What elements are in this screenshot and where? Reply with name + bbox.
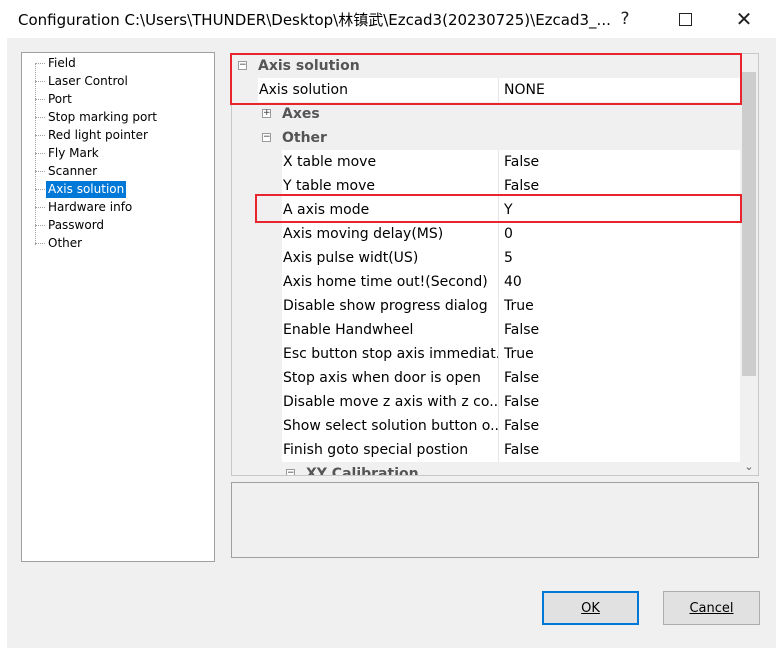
property-value[interactable]: NONE [498,78,742,102]
category-label: Axes [282,106,320,122]
title-bar: Configuration C:\Users\THUNDER\Desktop\林… [0,0,783,38]
category-axes[interactable]: + Axes [232,102,742,126]
scrollbar-thumb[interactable] [742,72,756,376]
tree-item-axis-solution[interactable]: Axis solution [46,181,127,198]
property-row-finish-goto-special[interactable]: Finish goto special postion False [232,438,742,462]
category-label: Other [282,130,327,146]
property-row-axis-solution[interactable]: Axis solution NONE [232,78,742,102]
tree-item-laser-control[interactable]: Laser Control [46,73,130,90]
help-icon: ? [620,9,630,29]
property-name: Show select solution button o... [282,414,498,438]
property-name: Axis home time out!(Second) [282,270,498,294]
property-row-enable-handwheel[interactable]: Enable Handwheel False [232,318,742,342]
close-button[interactable]: ✕ [722,0,766,38]
property-row-disable-move-z-axis[interactable]: Disable move z axis with z co... False [232,390,742,414]
category-label: XY Calibration [306,466,419,476]
tree-item-port[interactable]: Port [46,91,74,108]
tree-item-field[interactable]: Field [46,55,78,72]
close-icon: ✕ [735,7,753,31]
property-row-y-table-move[interactable]: Y table move False [232,174,742,198]
property-grid[interactable]: − Axis solution Axis solution NONE + Axe… [231,53,759,476]
collapse-icon[interactable]: − [286,469,295,475]
tree-item-other[interactable]: Other [46,235,84,252]
property-value[interactable]: True [498,342,742,366]
tree-tick [35,189,45,190]
property-value[interactable]: False [498,390,742,414]
property-name: X table move [282,150,498,174]
property-row-disable-show-progress[interactable]: Disable show progress dialog True [232,294,742,318]
property-row-axis-pulse-width[interactable]: Axis pulse widt(US) 5 [232,246,742,270]
property-row-axis-moving-delay[interactable]: Axis moving delay(MS) 0 [232,222,742,246]
maximize-button[interactable] [663,0,707,38]
tree-tick [35,207,45,208]
property-value[interactable]: False [498,366,742,390]
tree-tick [35,81,45,82]
tree-tick [35,153,45,154]
tree-tick [35,171,45,172]
property-value[interactable]: 0 [498,222,742,246]
tree-item-password[interactable]: Password [46,217,106,234]
tree-item-stop-marking-port[interactable]: Stop marking port [46,109,159,126]
property-name: Axis pulse widt(US) [282,246,498,270]
tree-tick [35,225,45,226]
collapse-icon[interactable]: − [262,133,271,142]
maximize-icon [678,12,692,26]
category-label: Axis solution [258,58,360,74]
tree-tick [35,243,45,244]
tree-tick [35,63,45,64]
property-grid-scrollbar[interactable]: ⌄ [740,54,758,475]
tree-tick [35,117,45,118]
scroll-down-arrow-icon[interactable]: ⌄ [740,458,758,475]
window-title: Configuration C:\Users\THUNDER\Desktop\林… [18,11,611,29]
property-value[interactable]: False [498,318,742,342]
config-tree[interactable]: Field Laser Control Port Stop marking po… [21,52,215,562]
property-name: Stop axis when door is open [282,366,498,390]
tree-item-hardware-info[interactable]: Hardware info [46,199,134,216]
category-other[interactable]: − Other [232,126,742,150]
property-value[interactable]: False [498,438,742,462]
property-value[interactable]: Y [498,198,742,222]
property-name: Esc button stop axis immediat... [282,342,498,366]
tree-item-scanner[interactable]: Scanner [46,163,99,180]
property-value[interactable]: True [498,294,742,318]
tree-connector-line [35,63,36,245]
property-row-esc-stop-axis[interactable]: Esc button stop axis immediat... True [232,342,742,366]
category-axis-solution[interactable]: − Axis solution [232,54,742,78]
help-button[interactable]: ? [603,0,647,38]
property-row-stop-axis-door-open[interactable]: Stop axis when door is open False [232,366,742,390]
property-value[interactable]: 40 [498,270,742,294]
property-row-show-select-solution[interactable]: Show select solution button o... False [232,414,742,438]
tree-tick [35,99,45,100]
property-name: Disable move z axis with z co... [282,390,498,414]
category-xy-calibration[interactable]: − XY Calibration [232,462,742,476]
property-name: A axis mode [282,198,498,222]
property-name: Y table move [282,174,498,198]
property-name: Axis moving delay(MS) [282,222,498,246]
tree-item-fly-mark[interactable]: Fly Mark [46,145,101,162]
property-value[interactable]: False [498,414,742,438]
property-name: Axis solution [258,78,498,102]
property-name: Disable show progress dialog [282,294,498,318]
tree-item-red-light-pointer[interactable]: Red light pointer [46,127,150,144]
property-description-panel [231,482,759,558]
tree-tick [35,135,45,136]
cancel-button[interactable]: Cancel [663,591,760,625]
property-row-axis-home-timeout[interactable]: Axis home time out!(Second) 40 [232,270,742,294]
expand-icon[interactable]: + [262,109,271,118]
property-name: Finish goto special postion [282,438,498,462]
property-name: Enable Handwheel [282,318,498,342]
property-value[interactable]: 5 [498,246,742,270]
property-row-a-axis-mode[interactable]: A axis mode Y [232,198,742,222]
collapse-icon[interactable]: − [238,61,247,70]
property-value[interactable]: False [498,174,742,198]
property-row-x-table-move[interactable]: X table move False [232,150,742,174]
property-value[interactable]: False [498,150,742,174]
ok-button[interactable]: OK [542,591,639,625]
